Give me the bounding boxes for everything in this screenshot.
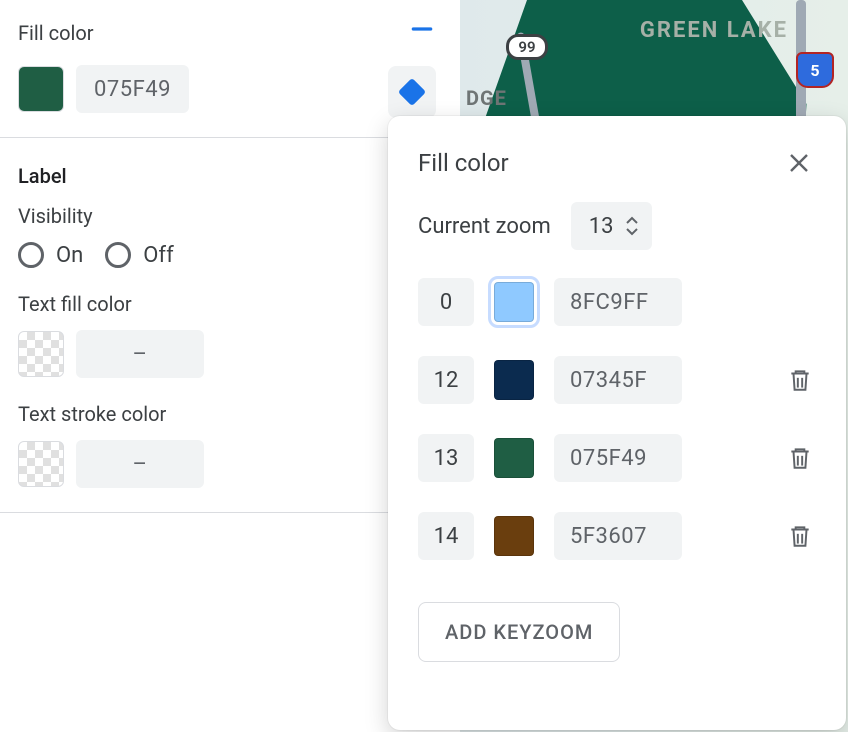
visibility-off-radio[interactable]: Off [105, 242, 173, 268]
text-stroke-color-label: Text stroke color [18, 402, 442, 426]
radio-label: Off [143, 243, 173, 268]
interstate-5-shield-icon: 5 [796, 52, 834, 88]
collapse-icon[interactable] [402, 16, 442, 49]
highway-99-shield-icon: 99 [506, 34, 548, 60]
visibility-on-radio[interactable]: On [18, 242, 83, 268]
delete-keyzoom-button[interactable] [784, 520, 816, 552]
label-section-title: Label [18, 164, 442, 188]
keyzoom-zoom-chip[interactable]: 13 [418, 434, 474, 482]
map-label-fragment: DGE [466, 86, 507, 110]
text-stroke-color-hex-input[interactable]: – [76, 440, 204, 488]
delete-keyzoom-button[interactable] [784, 364, 816, 396]
keyzoom-zoom-chip[interactable]: 14 [418, 512, 474, 560]
close-icon [787, 151, 811, 175]
keyzoom-hex-input[interactable]: 07345F [554, 356, 682, 404]
text-fill-color-hex-input[interactable]: – [76, 330, 204, 378]
keyzoom-rows: 0 8FC9FF 12 07345F 13 075F49 14 5F3607 [418, 278, 816, 560]
keyzoom-hex-input[interactable]: 075F49 [554, 434, 682, 482]
add-keyzoom-button[interactable]: ADD KEYZOOM [418, 602, 620, 662]
fill-color-hex-input[interactable]: 075F49 [76, 65, 189, 113]
delete-keyzoom-button[interactable] [784, 442, 816, 474]
keyzoom-zoom-chip[interactable]: 0 [418, 278, 474, 326]
fill-color-keyzoom-popover: Fill color Current zoom 13 0 8FC9FF 12 0734… [388, 116, 846, 730]
visibility-radio-group: On Off [18, 242, 442, 268]
text-stroke-color-swatch[interactable] [18, 441, 64, 487]
visibility-label: Visibility [18, 204, 442, 228]
close-button[interactable] [782, 146, 816, 180]
keyzoom-color-swatch[interactable] [494, 438, 534, 478]
keyzoom-zoom-chip[interactable]: 12 [418, 356, 474, 404]
keyzoom-row: 12 07345F [418, 356, 816, 404]
current-zoom-row: Current zoom 13 [418, 202, 816, 250]
radio-label: On [56, 243, 83, 268]
current-zoom-stepper[interactable]: 13 [571, 202, 652, 250]
fill-color-swatch[interactable] [18, 66, 64, 112]
text-fill-color-label: Text fill color [18, 292, 442, 316]
keyzoom-color-swatch[interactable] [494, 282, 534, 322]
popover-title: Fill color [418, 149, 509, 177]
keyzoom-color-swatch[interactable] [494, 360, 534, 400]
radio-icon [105, 242, 131, 268]
keyzoom-hex-input[interactable]: 5F3607 [554, 512, 682, 560]
keyzoom-row: 13 075F49 [418, 434, 816, 482]
stepper-arrows-icon[interactable] [624, 216, 640, 236]
fill-color-title: Fill color [18, 21, 94, 45]
current-zoom-value: 13 [583, 214, 620, 239]
text-fill-color-swatch[interactable] [18, 331, 64, 377]
current-zoom-label: Current zoom [418, 214, 551, 239]
keyzoom-color-swatch[interactable] [494, 516, 534, 556]
radio-icon [18, 242, 44, 268]
diamond-icon [398, 78, 426, 106]
map-label-greenlake: GREEN LAKE [640, 18, 788, 43]
keyzoom-row: 0 8FC9FF [418, 278, 816, 326]
keyzoom-toggle-button[interactable] [388, 66, 436, 118]
keyzoom-hex-input[interactable]: 8FC9FF [554, 278, 682, 326]
fill-color-header[interactable]: Fill color [18, 16, 442, 49]
keyzoom-row: 14 5F3607 [418, 512, 816, 560]
